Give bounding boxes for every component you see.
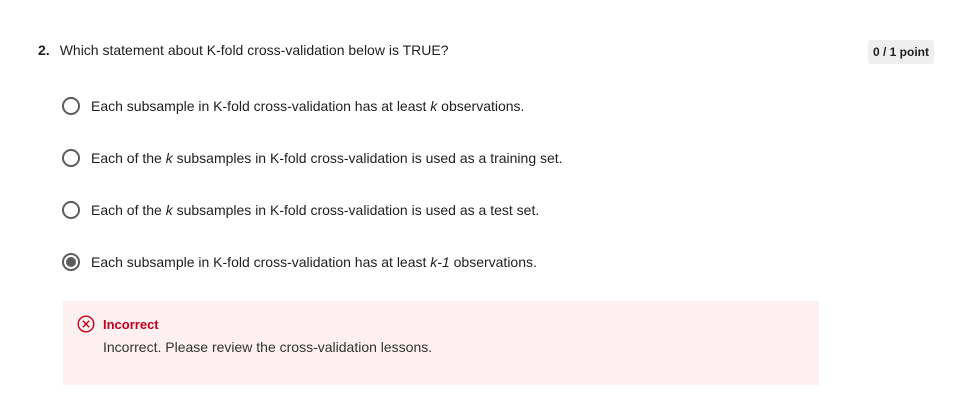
option-label: Each of the k subsamples in K-fold cross… (91, 202, 540, 218)
question-text: Which statement about K-fold cross-valid… (59, 42, 449, 58)
answer-option-4[interactable]: Each subsample in K-fold cross-validatio… (62, 251, 537, 273)
answer-option-1[interactable]: Each subsample in K-fold cross-validatio… (62, 95, 524, 117)
quiz-question: 2. Which statement about K-fold cross-va… (0, 0, 958, 409)
radio-button[interactable] (62, 97, 80, 115)
feedback-title: Incorrect (77, 315, 159, 333)
option-label: Each subsample in K-fold cross-validatio… (91, 98, 525, 114)
radio-button[interactable] (62, 201, 80, 219)
answer-option-2[interactable]: Each of the k subsamples in K-fold cross… (62, 147, 563, 169)
feedback-message: Incorrect. Please review the cross-valid… (103, 339, 433, 355)
question-number: 2. (38, 42, 50, 58)
radio-button[interactable] (62, 149, 80, 167)
radio-button-selected[interactable] (62, 253, 80, 271)
feedback-panel: Incorrect Incorrect. Please review the c… (63, 301, 819, 385)
answer-option-3[interactable]: Each of the k subsamples in K-fold cross… (62, 199, 539, 221)
option-label: Each of the k subsamples in K-fold cross… (91, 150, 563, 166)
question-header: 2. Which statement about K-fold cross-va… (38, 41, 449, 59)
points-badge: 0 / 1 point (867, 40, 934, 64)
close-circle-icon (77, 315, 95, 333)
option-label: Each subsample in K-fold cross-validatio… (91, 254, 537, 270)
feedback-status: Incorrect (103, 316, 159, 332)
